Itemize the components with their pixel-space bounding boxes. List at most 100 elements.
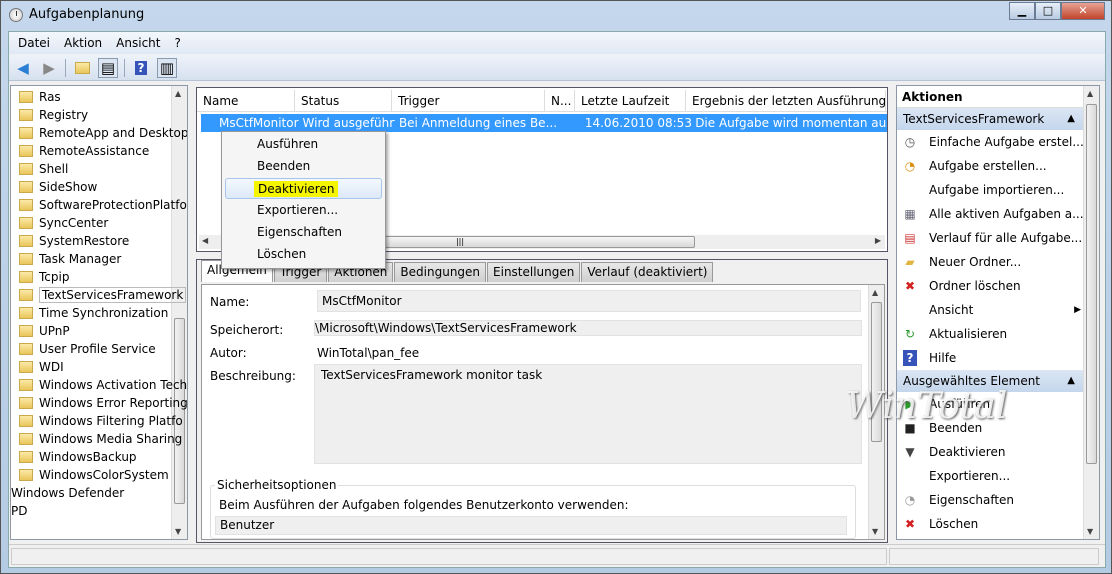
up-folder-icon[interactable]: [72, 58, 92, 78]
folder-icon: [19, 127, 33, 139]
tab-5[interactable]: Verlauf (deaktiviert): [581, 262, 714, 282]
section-header-folder[interactable]: TextServicesFramework ▲: [897, 108, 1085, 130]
action-create-basic-task[interactable]: ◷ Einfache Aufgabe erstel...: [897, 130, 1085, 154]
tree-item[interactable]: Windows Error Reporting: [19, 394, 188, 412]
column-header[interactable]: Letzte Laufzeit: [575, 90, 686, 111]
context-menu-label: Eigenschaften: [257, 225, 343, 239]
column-header[interactable]: N...: [545, 90, 575, 111]
context-menu-item[interactable]: Ausführen: [225, 134, 382, 155]
action-label: Neuer Ordner...: [929, 255, 1022, 269]
user-account-field[interactable]: Benutzer: [215, 516, 847, 535]
minimize-button[interactable]: ▁: [1009, 2, 1035, 20]
description-field[interactable]: TextServicesFramework monitor task: [314, 364, 862, 464]
submenu-arrow-icon: ▶: [1074, 305, 1081, 315]
column-header[interactable]: Status: [295, 90, 392, 111]
action-stop[interactable]: ■ Beenden: [897, 416, 1085, 440]
action-history-all[interactable]: ▤ Verlauf für alle Aufgabe...: [897, 226, 1085, 250]
tree-item[interactable]: Task Manager: [19, 250, 121, 268]
tree-scrollbar[interactable]: ▲ ▼: [171, 86, 187, 539]
action-create-task[interactable]: ◔ Aufgabe erstellen...: [897, 154, 1085, 178]
tree-item[interactable]: WindowsBackup: [19, 448, 137, 466]
folder-icon: [19, 325, 33, 337]
close-button[interactable]: ✕: [1061, 2, 1105, 20]
tree-item-label: Windows Media Sharing: [39, 432, 183, 446]
action-disable[interactable]: ▼ Deaktivieren: [897, 440, 1085, 464]
action-help[interactable]: ? Hilfe: [897, 346, 1085, 370]
action-delete-folder[interactable]: ✖ Ordner löschen: [897, 274, 1085, 298]
context-menu-item[interactable]: Deaktivieren: [225, 178, 382, 199]
tree-item[interactable]: RemoteAssistance: [19, 142, 149, 160]
tree-item[interactable]: Time Synchronization: [19, 304, 168, 322]
action-new-folder[interactable]: ▰ Neuer Ordner...: [897, 250, 1085, 274]
menu-1[interactable]: Aktion: [64, 36, 102, 50]
tree-item[interactable]: SystemRestore: [19, 232, 129, 250]
tree-item[interactable]: SyncCenter: [19, 214, 108, 232]
tab-4[interactable]: Einstellungen: [487, 262, 581, 282]
tree-item[interactable]: TextServicesFramework: [19, 286, 187, 304]
tree-item[interactable]: Windows Media Sharing: [19, 430, 182, 448]
menu-3[interactable]: ?: [174, 36, 180, 50]
details-scrollbar[interactable]: ▲ ▼: [868, 285, 884, 539]
action-view[interactable]: Ansicht ▶: [897, 298, 1085, 322]
action-properties[interactable]: ◔ Eigenschaften: [897, 488, 1085, 512]
action-import-task[interactable]: Aufgabe importieren...: [897, 178, 1085, 202]
tree-item[interactable]: Shell: [19, 160, 68, 178]
tree-item[interactable]: Windows Activation Tech: [19, 376, 187, 394]
tree-item[interactable]: PD: [11, 502, 27, 520]
disable-icon: ▼: [905, 445, 915, 459]
column-header[interactable]: Trigger: [392, 90, 545, 111]
actions-scrollbar[interactable]: ▲ ▼: [1083, 86, 1099, 539]
maximize-button[interactable]: □: [1035, 2, 1061, 20]
tree-item[interactable]: SideShow: [19, 178, 97, 196]
action-refresh[interactable]: ↻ Aktualisieren: [897, 322, 1085, 346]
action-delete[interactable]: ✖ Löschen: [897, 512, 1085, 536]
folder-icon: [19, 415, 33, 427]
context-menu-item[interactable]: Beenden: [225, 156, 382, 177]
tree-item-label: Windows Error Reporting: [39, 396, 188, 410]
action-label: Eigenschaften: [929, 493, 1015, 507]
tree-item[interactable]: UPnP: [19, 322, 70, 340]
collapse-icon[interactable]: ▲: [1067, 370, 1075, 392]
tree-item[interactable]: Windows Filtering Platfo: [19, 412, 183, 430]
show-hide-action-pane-icon[interactable]: ▥: [157, 57, 177, 78]
location-field[interactable]: \Microsoft\Windows\TextServicesFramework: [314, 320, 862, 336]
name-label: Name:: [210, 295, 250, 309]
tree-item[interactable]: WindowsColorSystem: [19, 466, 169, 484]
tree-item[interactable]: WDI: [19, 358, 64, 376]
context-menu-item[interactable]: Eigenschaften: [225, 222, 382, 243]
task-cell: MsCtfMonitor: [219, 116, 299, 130]
tree-item[interactable]: Ras: [19, 88, 61, 106]
action-run[interactable]: ▶ Ausführen: [897, 392, 1085, 416]
back-icon[interactable]: ◀: [13, 58, 33, 78]
column-header[interactable]: Ergebnis der letzten Ausführung: [686, 90, 886, 111]
action-label: Ausführen: [929, 397, 991, 411]
action-label: Ordner löschen: [929, 279, 1021, 293]
tab-3[interactable]: Bedingungen: [394, 262, 487, 282]
tree-item-label: Shell: [39, 162, 69, 176]
context-menu-item[interactable]: Exportieren...: [225, 200, 382, 221]
collapse-icon[interactable]: ▲: [1067, 108, 1075, 130]
menu-0[interactable]: Datei: [18, 36, 50, 50]
column-header[interactable]: Name: [197, 90, 295, 111]
show-hide-tree-icon[interactable]: ▤: [98, 57, 118, 78]
menu-2[interactable]: Ansicht: [116, 36, 160, 50]
folder-icon: [19, 217, 33, 229]
context-menu: Ausführen Beenden Deaktivieren Exportieren.…: [221, 131, 386, 269]
action-show-running-tasks[interactable]: ▦ Alle aktiven Aufgaben a...: [897, 202, 1085, 226]
task-row-selected[interactable]: MsCtfMonitor Wird ausgeführt Bei Anmeldung…: [201, 114, 887, 132]
tree-item[interactable]: Windows Defender: [11, 484, 124, 502]
tree-item[interactable]: SoftwareProtectionPlatfo: [19, 196, 187, 214]
tree-item[interactable]: User Profile Service: [19, 340, 156, 358]
section-title: TextServicesFramework: [903, 112, 1045, 126]
tree-item-label: RemoteAssistance: [39, 144, 150, 158]
help-icon[interactable]: ?: [131, 58, 151, 78]
context-menu-item[interactable]: Löschen: [225, 244, 382, 265]
tree-item[interactable]: RemoteApp and Desktop: [19, 124, 187, 142]
action-export[interactable]: Exportieren...: [897, 464, 1085, 488]
section-header-selected[interactable]: Ausgewähltes Element ▲: [897, 370, 1085, 392]
name-field[interactable]: MsCtfMonitor: [317, 290, 861, 312]
action-label: Löschen: [929, 517, 979, 531]
tree-item[interactable]: Registry: [19, 106, 88, 124]
tree-item[interactable]: Tcpip: [19, 268, 69, 286]
forward-icon[interactable]: ▶: [39, 58, 59, 78]
